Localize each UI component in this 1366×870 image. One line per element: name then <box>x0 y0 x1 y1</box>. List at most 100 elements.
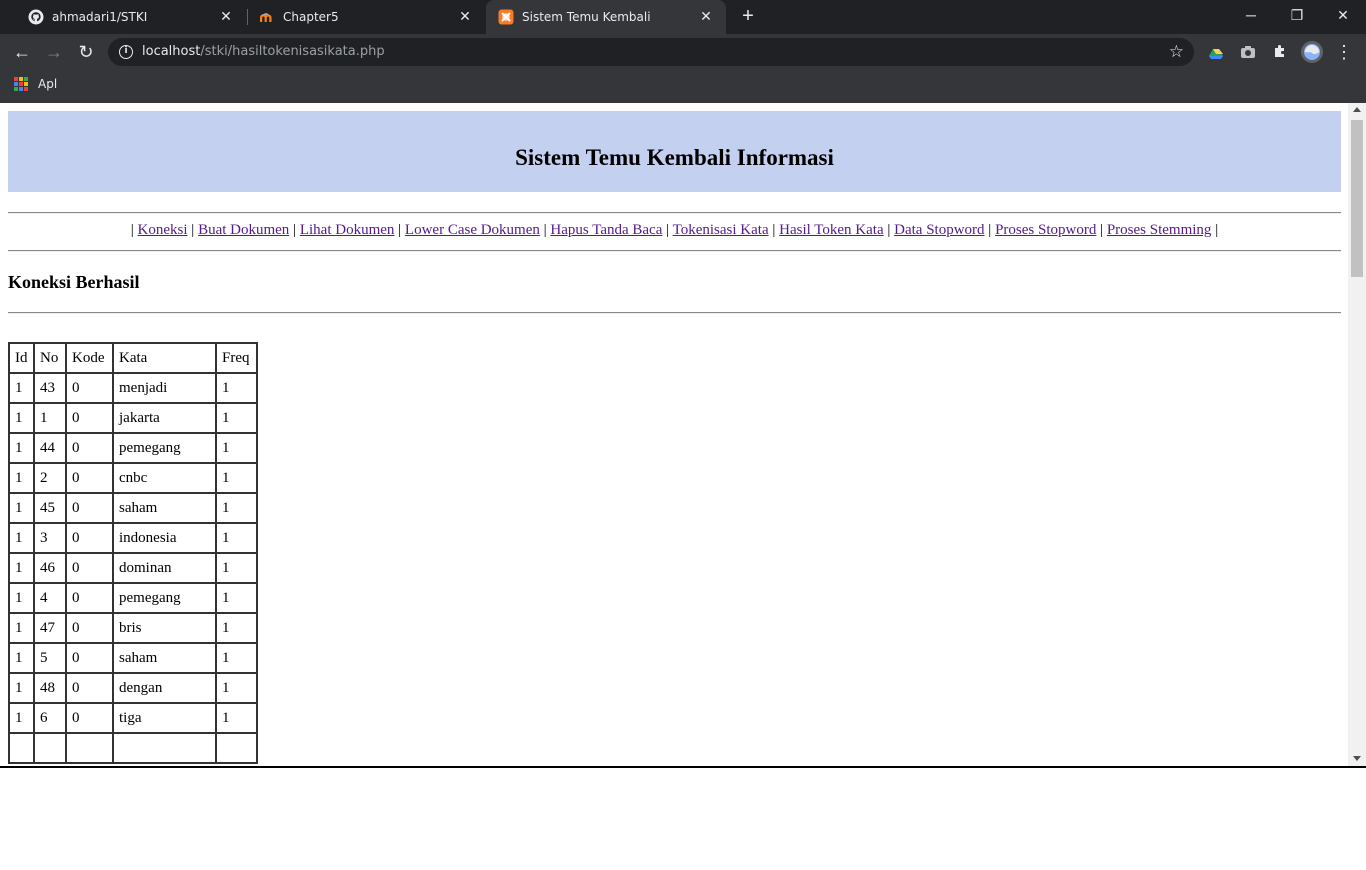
table-cell: 47 <box>34 613 66 643</box>
camera-icon[interactable] <box>1238 42 1258 62</box>
table-cell: 44 <box>34 433 66 463</box>
table-row: 1 1 0 jakarta 1 <box>9 403 257 433</box>
bookmark-apps-label[interactable]: Apl <box>38 77 57 91</box>
table-cell: 0 <box>66 553 113 583</box>
extensions-puzzle-icon[interactable] <box>1270 42 1290 62</box>
table-cell <box>34 733 66 763</box>
column-header-kata: Kata <box>113 343 216 373</box>
profile-avatar-icon[interactable] <box>1300 40 1324 64</box>
table-cell: 6 <box>34 703 66 733</box>
table-row: 1 45 0 saham 1 <box>9 493 257 523</box>
table-cell: 1 <box>216 433 257 463</box>
column-header-kode: Kode <box>66 343 113 373</box>
table-cell: pemegang <box>113 583 216 613</box>
nav-link-data-stopword[interactable]: Data Stopword <box>894 222 984 238</box>
column-header-freq: Freq <box>216 343 257 373</box>
close-icon[interactable]: ✕ <box>218 8 234 24</box>
vertical-scrollbar[interactable] <box>1348 103 1366 766</box>
menu-kebab-icon[interactable]: ⋮ <box>1332 40 1356 64</box>
table-row: 1 4 0 pemegang 1 <box>9 583 257 613</box>
tab-chapter5[interactable]: Chapter5 ✕ <box>247 0 485 34</box>
table-cell: 1 <box>216 553 257 583</box>
table-cell: dengan <box>113 673 216 703</box>
table-cell: 0 <box>66 643 113 673</box>
window-bottom-border <box>0 766 1366 768</box>
table-cell: saham <box>113 643 216 673</box>
table-row: 1 47 0 bris 1 <box>9 613 257 643</box>
scroll-down-arrow-icon[interactable] <box>1353 756 1361 761</box>
table-cell: 1 <box>216 613 257 643</box>
connection-status: Koneksi Berhasil <box>8 272 140 292</box>
token-table: Id No Kode Kata Freq 1 43 0 menjadi 1 1 1 0 jaka… <box>8 342 258 764</box>
table-cell: 1 <box>216 703 257 733</box>
nav-link-proses-stemming[interactable]: Proses Stemming <box>1107 222 1212 238</box>
tab-title: Sistem Temu Kembali <box>522 10 651 24</box>
browser-chrome: ahmadari1/STKI ✕ Chapter5 ✕ Sistem Temu … <box>0 0 1366 103</box>
tab-title: ahmadari1/STKI <box>52 10 148 24</box>
tab-title: Chapter5 <box>283 10 339 24</box>
tab-strip: ahmadari1/STKI ✕ Chapter5 ✕ Sistem Temu … <box>0 0 1366 34</box>
table-cell: 0 <box>66 403 113 433</box>
nav-link-hapus-tanda-baca[interactable]: Hapus Tanda Baca <box>550 222 662 238</box>
tab-sistem-temu-kembali[interactable]: Sistem Temu Kembali ✕ <box>486 0 726 34</box>
table-row: 1 48 0 dengan 1 <box>9 673 257 703</box>
table-cell: 1 <box>216 523 257 553</box>
info-icon[interactable]: i <box>119 45 133 59</box>
url-path: /stki/hasiltokenisasikata.php <box>200 44 385 59</box>
table-cell: 1 <box>9 463 34 493</box>
forward-arrow-icon[interactable]: → <box>42 40 66 64</box>
table-cell: 0 <box>66 703 113 733</box>
table-cell: 1 <box>216 463 257 493</box>
table-cell: bris <box>113 613 216 643</box>
nav-link-proses-stopword[interactable]: Proses Stopword <box>995 222 1096 238</box>
table-cell: 0 <box>66 523 113 553</box>
table-cell: 3 <box>34 523 66 553</box>
table-cell: 4 <box>34 583 66 613</box>
table-cell: 46 <box>34 553 66 583</box>
scroll-up-arrow-icon[interactable] <box>1353 107 1361 112</box>
new-tab-plus-icon[interactable]: + <box>738 6 758 26</box>
close-icon[interactable]: ✕ <box>457 8 473 24</box>
table-cell: 1 <box>9 703 34 733</box>
back-arrow-icon[interactable]: ← <box>10 40 34 64</box>
table-cell: 1 <box>9 523 34 553</box>
table-cell: 2 <box>34 463 66 493</box>
divider <box>8 312 1341 314</box>
table-cell: 1 <box>9 403 34 433</box>
nav-link-hasil-token-kata[interactable]: Hasil Token Kata <box>779 222 883 238</box>
nav-link-lower-case-dokumen[interactable]: Lower Case Dokumen <box>405 222 540 238</box>
table-cell: 1 <box>216 493 257 523</box>
table-cell: pemegang <box>113 433 216 463</box>
close-icon[interactable]: ✕ <box>698 8 714 24</box>
table-row: 1 3 0 indonesia 1 <box>9 523 257 553</box>
nav-link-lihat-dokumen[interactable]: Lihat Dokumen <box>300 222 395 238</box>
table-cell: 5 <box>34 643 66 673</box>
table-cell: 1 <box>216 403 257 433</box>
table-row: 1 5 0 saham 1 <box>9 643 257 673</box>
window-close-icon[interactable]: ✕ <box>1320 0 1366 30</box>
table-cell <box>66 733 113 763</box>
table-cell: 0 <box>66 373 113 403</box>
moodle-icon <box>260 13 272 22</box>
table-cell: 1 <box>216 673 257 703</box>
minimize-icon[interactable]: ─ <box>1228 0 1274 30</box>
url-text[interactable]: localhost/stki/hasiltokenisasikata.php <box>142 44 385 59</box>
tab-github[interactable]: ahmadari1/STKI ✕ <box>8 0 246 34</box>
bookmark-star-icon[interactable]: ☆ <box>1169 42 1184 62</box>
table-cell: 1 <box>9 373 34 403</box>
reload-icon[interactable]: ↻ <box>74 40 98 64</box>
scrollbar-thumb[interactable] <box>1351 120 1363 277</box>
nav-link-buat-dokumen[interactable]: Buat Dokumen <box>198 222 289 238</box>
restore-icon[interactable]: ❐ <box>1274 0 1320 30</box>
google-drive-icon[interactable] <box>1206 42 1226 62</box>
table-cell: cnbc <box>113 463 216 493</box>
table-cell: 1 <box>9 433 34 463</box>
nav-link-tokenisasi-kata[interactable]: Tokenisasi Kata <box>673 222 769 238</box>
github-icon <box>28 9 44 25</box>
apps-grid-icon[interactable] <box>14 77 28 91</box>
divider <box>8 250 1341 252</box>
nav-link-koneksi[interactable]: Koneksi <box>138 222 188 238</box>
address-bar[interactable]: i localhost/stki/hasiltokenisasikata.php… <box>108 38 1194 66</box>
nav-menu: | Koneksi | Buat Dokumen | Lihat Dokumen… <box>130 222 1219 238</box>
table-cell: tiga <box>113 703 216 733</box>
